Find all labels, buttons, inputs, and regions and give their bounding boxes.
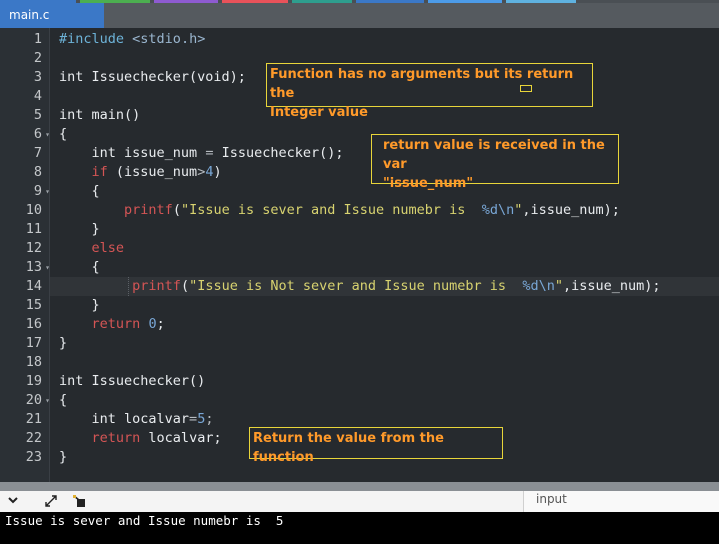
code-line-23: } xyxy=(59,449,68,465)
annotation-return-received: return value is received in the var "iss… xyxy=(371,134,619,191)
annotation-text: "issue_num" xyxy=(383,176,474,191)
code-line-19: int Issuechecker() xyxy=(59,373,206,389)
code-line-7: int issue_num = Issuechecker(); xyxy=(59,145,344,161)
line-number: 7 xyxy=(33,145,42,161)
line-number: 16 xyxy=(25,316,42,332)
console-output-text: Issue is sever and Issue numebr is 5 xyxy=(5,513,284,528)
code-line-16: return 0; xyxy=(91,316,165,332)
code-line-10: printf("Issue is sever and Issue numebr … xyxy=(124,202,620,218)
line-number: 12 xyxy=(25,240,42,256)
fold-marker-icon[interactable]: ▾ xyxy=(45,258,50,277)
annotation-text: Integer value xyxy=(270,105,368,120)
code-line-15: } xyxy=(59,297,100,313)
line-number: 13 xyxy=(25,259,42,275)
fold-marker-icon[interactable]: ▾ xyxy=(45,182,50,201)
code-line-12: else xyxy=(91,240,125,256)
fold-marker-icon[interactable]: ▾ xyxy=(45,125,50,144)
line-number: 3 xyxy=(33,69,42,85)
code-line-3: int Issuechecker(void); xyxy=(59,69,246,85)
output-toolbar: input xyxy=(0,491,719,512)
output-console: Issue is sever and Issue numebr is 5 xyxy=(0,512,719,544)
expand-icon[interactable] xyxy=(44,494,58,512)
annotation-text: Return the value from the function xyxy=(253,431,444,465)
chevron-down-icon[interactable] xyxy=(7,494,19,510)
line-number: 5 xyxy=(33,107,42,123)
input-tab[interactable]: input xyxy=(523,491,719,512)
line-number: 21 xyxy=(25,411,42,427)
line-number: 20 xyxy=(25,392,42,408)
line-number: 9 xyxy=(33,183,42,199)
line-number: 22 xyxy=(25,430,42,446)
tab-main-c[interactable]: main.c xyxy=(0,3,104,28)
code-line-6: { xyxy=(59,126,68,142)
code-line-8: if (issue_num>4) xyxy=(91,164,222,180)
annotation-text: return value is received in the var xyxy=(383,138,605,172)
line-number: 8 xyxy=(33,164,42,180)
line-number: 18 xyxy=(25,354,42,370)
fold-marker-icon[interactable]: ▾ xyxy=(45,391,50,410)
line-number: 11 xyxy=(25,221,42,237)
line-number: 17 xyxy=(25,335,42,351)
line-number: 10 xyxy=(25,202,42,218)
code-line-9: { xyxy=(59,183,100,199)
code-line-21: int localvar=5; xyxy=(59,411,214,427)
code-line-11: } xyxy=(59,221,100,237)
code-line-13: { xyxy=(59,259,100,275)
line-number: 1 xyxy=(33,31,42,47)
code-line-20: { xyxy=(59,392,68,408)
code-line-22: return localvar; xyxy=(91,430,222,446)
annotation-return-value: Return the value from the function xyxy=(249,427,503,465)
code-line-5: int main() xyxy=(59,107,141,123)
tab-bar: main.c xyxy=(0,3,719,28)
code-line-14: printf("Issue is Not sever and Issue num… xyxy=(132,278,661,294)
line-number: 6 xyxy=(33,126,42,142)
gutter-divider xyxy=(49,28,50,482)
line-number: 15 xyxy=(25,297,42,313)
line-number: 14 xyxy=(25,278,42,294)
line-number: 2 xyxy=(33,50,42,66)
line-number: 4 xyxy=(33,88,42,104)
annotation-declaration: Function has no arguments but its return… xyxy=(266,63,593,120)
code-line-17: } xyxy=(59,335,68,351)
code-line-1: #include <stdio.h> xyxy=(59,31,206,47)
line-number: 19 xyxy=(25,373,42,389)
line-number: 23 xyxy=(25,449,42,465)
code-editor[interactable]: 1 2 3 4 5 6 7 8 9 10 11 12 13 14 15 16 1… xyxy=(0,28,719,482)
annotation-text: Function has no arguments but its return… xyxy=(270,67,574,101)
editor-status-bar xyxy=(0,482,719,491)
share-icon[interactable] xyxy=(72,494,88,512)
